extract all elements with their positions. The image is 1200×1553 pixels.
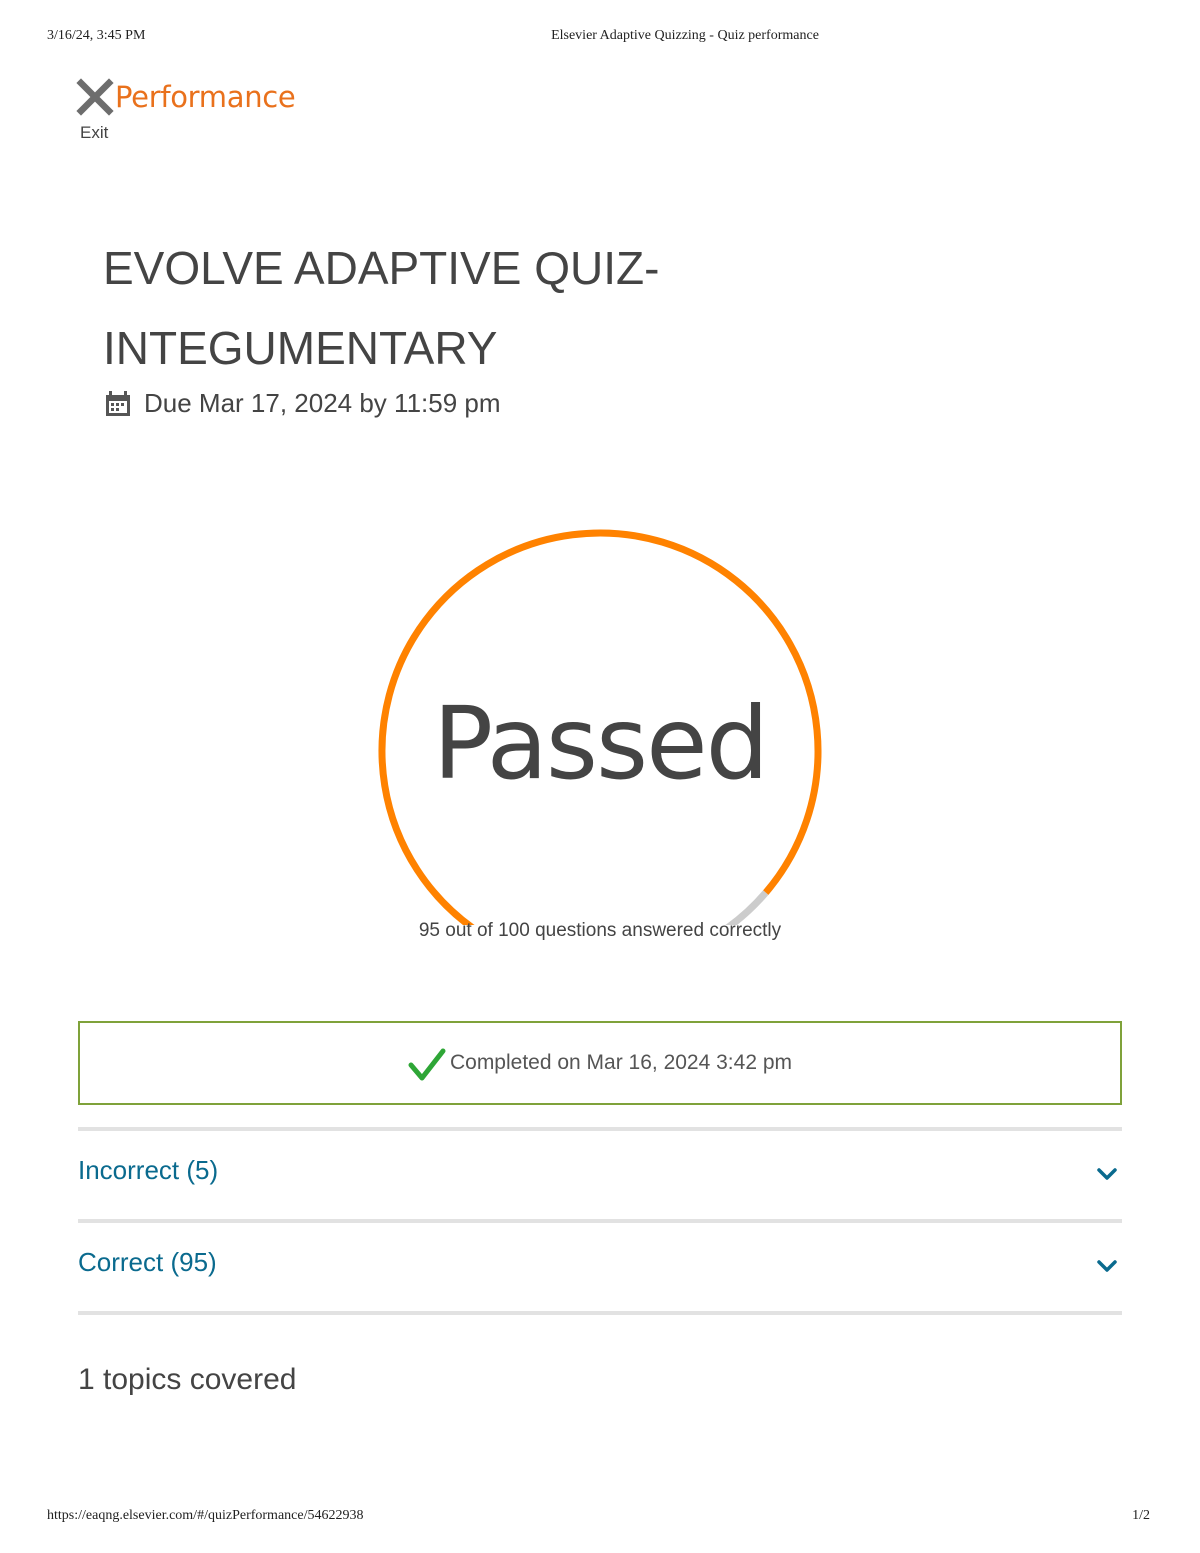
completion-text: Completed on Mar 16, 2024 3:42 pm <box>449 1051 793 1074</box>
print-page-title: Elsevier Adaptive Quizzing - Quiz perfor… <box>551 28 819 43</box>
incorrect-section-label[interactable]: Incorrect (5) <box>78 1155 218 1186</box>
page-heading: Performance <box>115 80 296 114</box>
print-url: https://eaqng.elsevier.com/#/quizPerform… <box>47 1508 364 1523</box>
calendar-icon <box>106 390 130 416</box>
divider <box>78 1311 1122 1315</box>
topics-summary: 1 topics covered <box>78 1363 297 1396</box>
score-caption: 95 out of 100 questions answered correct… <box>418 920 782 941</box>
completion-banner: Completed on Mar 16, 2024 3:42 pm <box>78 1021 1122 1105</box>
quiz-title-line1: EVOLVE ADAPTIVE QUIZ- <box>103 242 660 294</box>
checkmark-icon <box>408 1048 446 1081</box>
due-text: Due Mar 17, 2024 by 11:59 pm <box>144 388 501 418</box>
due-date: Due Mar 17, 2024 by 11:59 pm <box>104 388 501 419</box>
correct-section-label[interactable]: Correct (95) <box>78 1247 217 1278</box>
chevron-down-icon[interactable] <box>1096 1163 1118 1185</box>
quiz-title: EVOLVE ADAPTIVE QUIZ- INTEGUMENTARY <box>103 228 903 388</box>
close-x-icon[interactable] <box>76 78 114 116</box>
print-page-number: 1/2 <box>1132 1508 1150 1523</box>
result-status: Passed <box>432 685 769 802</box>
incorrect-section-toggle[interactable]: Incorrect (5) <box>78 1131 1122 1219</box>
exit-label[interactable]: Exit <box>80 123 108 143</box>
correct-section-toggle[interactable]: Correct (95) <box>78 1223 1122 1311</box>
chevron-down-icon[interactable] <box>1096 1255 1118 1277</box>
quiz-title-line2: INTEGUMENTARY <box>103 322 498 374</box>
print-header: 3/16/24, 3:45 PM Elsevier Adaptive Quizz… <box>0 28 1200 48</box>
